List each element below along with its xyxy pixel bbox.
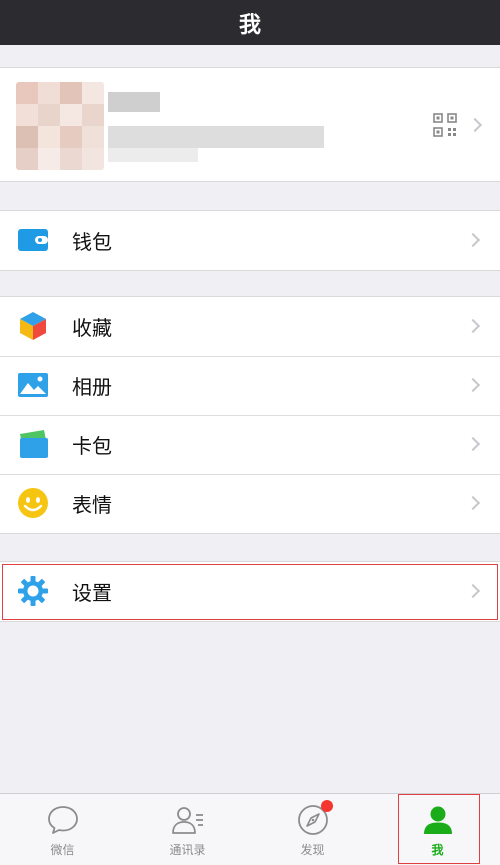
menu-item-favorites[interactable]: 收藏 (0, 297, 500, 356)
settings-group: 设置 (0, 561, 500, 622)
menu-label: 相册 (72, 375, 112, 399)
menu-label: 收藏 (72, 316, 112, 340)
person-icon (423, 806, 452, 834)
tab-label: 通讯录 (169, 843, 206, 857)
contacts-icon (171, 807, 203, 834)
tab-me[interactable]: 我 (375, 794, 500, 865)
smiley-icon (18, 488, 48, 518)
wallet-icon (18, 229, 48, 251)
menu-item-settings[interactable]: 设置 (0, 562, 500, 621)
favorites-cube-icon (20, 312, 46, 340)
menu-label: 卡包 (72, 434, 112, 458)
chevron-right-icon (465, 495, 481, 511)
chevron-right-icon (465, 436, 481, 452)
chevron-right-icon (465, 232, 481, 248)
tab-bar: 微信 通讯录 发现 我 (0, 793, 500, 865)
profile-name-blurred (108, 92, 160, 112)
wallet-group: 钱包 (0, 210, 500, 271)
page-title: 我 (238, 12, 261, 38)
card-wallet-icon (20, 430, 48, 458)
profile-id-blurred (108, 126, 324, 148)
chevron-right-icon (465, 583, 481, 599)
chevron-right-icon (465, 377, 481, 393)
notification-dot (321, 800, 333, 812)
main-menu-group: 收藏 相册 卡包 表情 (0, 296, 500, 534)
tab-contacts[interactable]: 通讯录 (125, 794, 250, 865)
avatar[interactable] (16, 82, 104, 170)
chat-bubble-icon (47, 806, 78, 834)
menu-label: 设置 (72, 581, 112, 605)
menu-item-cards[interactable]: 卡包 (0, 415, 500, 474)
gear-icon (18, 576, 48, 606)
tab-discover[interactable]: 发现 (250, 794, 375, 865)
chevron-right-icon (467, 117, 483, 133)
menu-item-stickers[interactable]: 表情 (0, 474, 500, 533)
menu-label: 钱包 (72, 230, 112, 254)
profile-card[interactable] (0, 67, 500, 182)
chevron-right-icon (465, 318, 481, 334)
menu-item-wallet[interactable]: 钱包 (0, 211, 500, 270)
tab-label: 微信 (50, 843, 75, 857)
tab-label: 发现 (300, 843, 325, 857)
nav-bar: 我 (0, 0, 500, 45)
tab-chats[interactable]: 微信 (0, 794, 125, 865)
qr-code-icon[interactable] (433, 113, 457, 137)
menu-item-album[interactable]: 相册 (0, 356, 500, 415)
album-picture-icon (18, 373, 48, 397)
menu-label: 表情 (72, 493, 112, 517)
tab-label: 我 (431, 843, 444, 857)
